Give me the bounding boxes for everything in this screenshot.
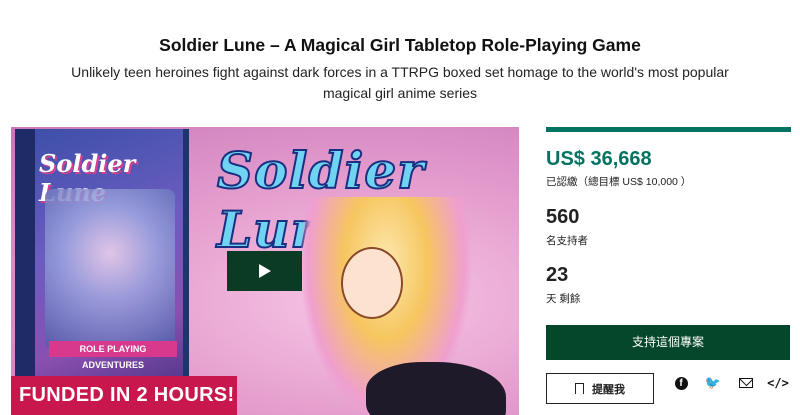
project-title: Soldier Lune – A Magical Girl Tabletop R… <box>159 35 641 55</box>
boxed-set-image: Soldier Lune ROLE PLAYING ADVENTURES <box>15 129 189 415</box>
play-video-button[interactable] <box>227 251 302 291</box>
pledged-amount: US$ 36,668 <box>546 148 652 170</box>
email-icon <box>739 378 753 388</box>
share-twitter-button[interactable]: 🐦 <box>703 373 723 393</box>
backers-label: 名支持者 <box>546 235 588 247</box>
backers-count: 560 <box>546 206 580 228</box>
embed-button[interactable]: </> <box>767 373 789 393</box>
box-spine <box>15 129 35 415</box>
share-facebook-button[interactable]: f <box>671 373 691 393</box>
funded-banner: FUNDED IN 2 HOURS! <box>11 376 237 415</box>
back-this-project-button[interactable]: 支持這個專案 <box>546 325 790 360</box>
box-banner: ROLE PLAYING ADVENTURES <box>49 341 177 370</box>
project-blurb: Unlikely teen heroines fight against dar… <box>71 64 729 101</box>
project-video[interactable]: Soldier Lune ROLE PLAYING ADVENTURES Sol… <box>11 127 519 415</box>
facebook-icon: f <box>674 376 688 390</box>
days-remaining-label: 天 剩餘 <box>546 293 581 305</box>
play-icon <box>259 264 271 278</box>
remind-me-button[interactable]: 提醒我 <box>546 373 654 404</box>
share-email-button[interactable] <box>736 373 756 393</box>
remind-me-label: 提醒我 <box>592 383 625 396</box>
twitter-icon: 🐦 <box>704 375 722 391</box>
bookmark-icon <box>575 383 584 399</box>
box-character-art <box>45 189 175 349</box>
magical-girl-face <box>341 247 403 319</box>
embed-icon: </> <box>767 376 789 390</box>
progress-bar <box>546 127 791 132</box>
days-remaining-count: 23 <box>546 264 569 286</box>
pledged-goal-label: 已認繳（總目標 US$ 10,000 ） <box>546 176 692 188</box>
